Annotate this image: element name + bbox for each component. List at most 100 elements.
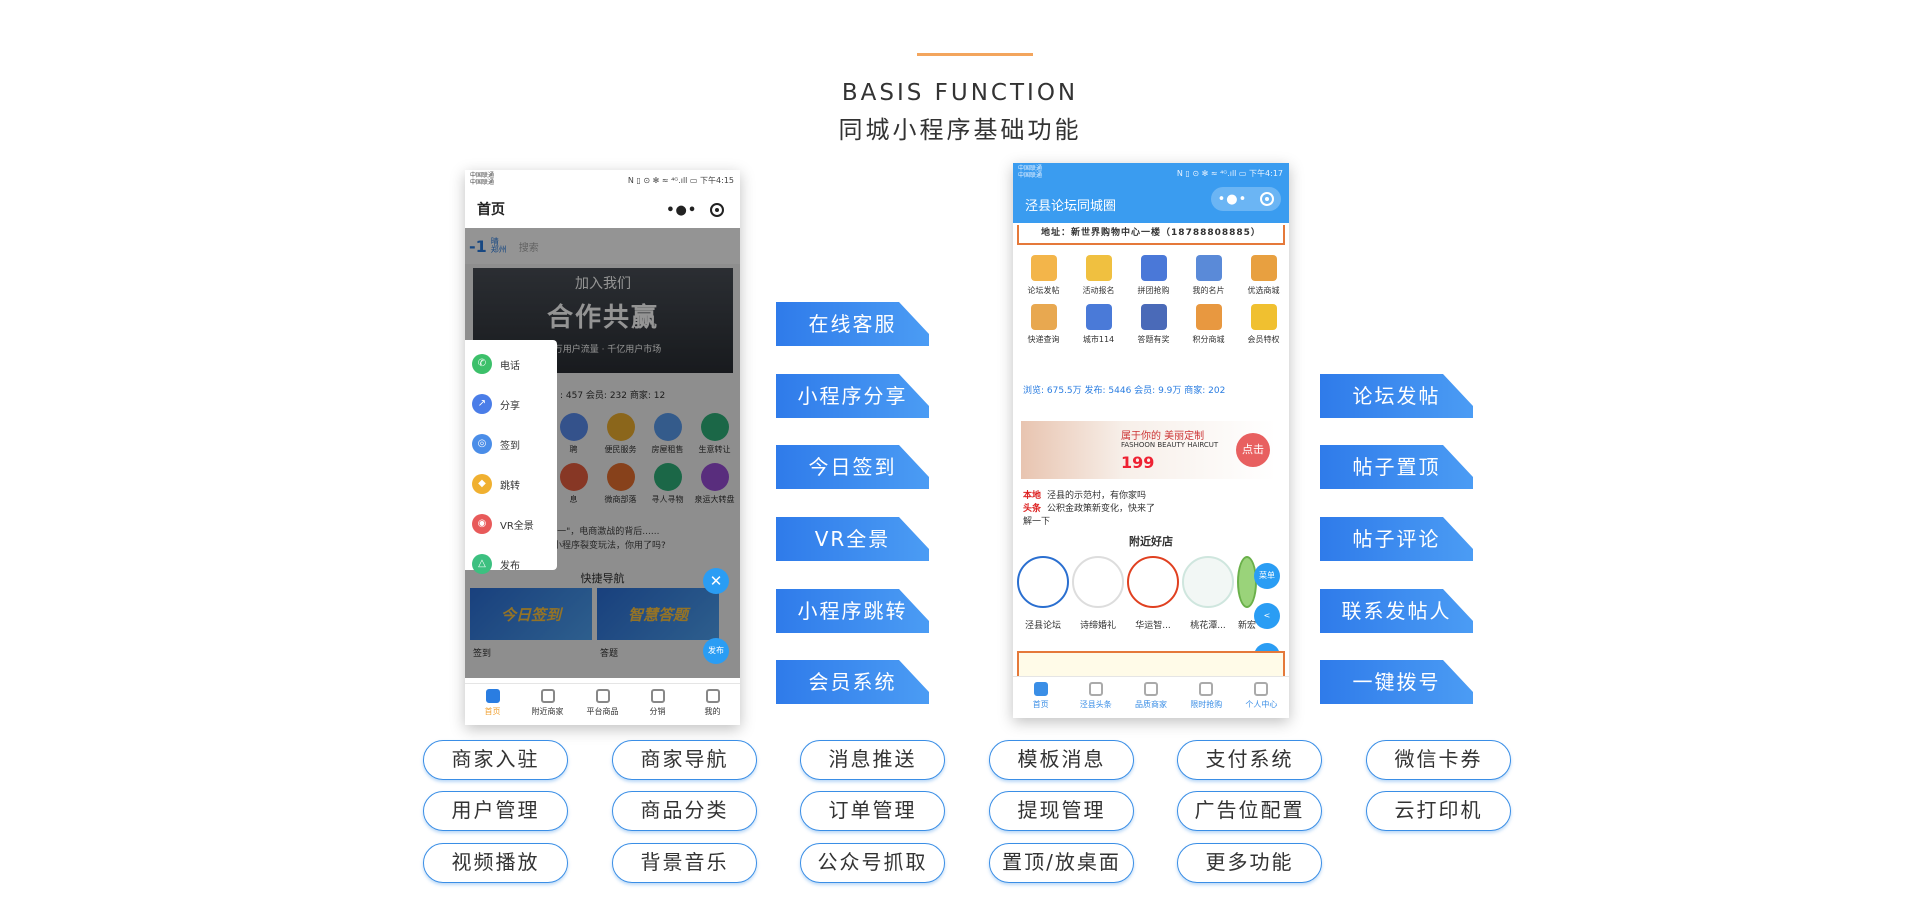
publish-fab[interactable]: 发布: [703, 638, 729, 664]
compass-icon: ◎: [472, 434, 492, 454]
user-icon: [705, 689, 720, 703]
feature-tag-one-click-dial: 一键拨号: [1320, 660, 1473, 704]
pill-wechat-card: 微信卡券: [1366, 740, 1511, 780]
headline-tag: 本地 头条: [1023, 491, 1042, 514]
menu-item-signin[interactable]: ◎ 签到: [465, 424, 557, 464]
grid-item[interactable]: 论坛发帖: [1016, 255, 1071, 296]
nav-bar: 首页 •●•: [465, 190, 740, 228]
tab-mine[interactable]: 我的: [685, 684, 740, 725]
capsule-menu[interactable]: •●•: [660, 198, 730, 222]
status-bar: 中国联通 中国联通 N ▯ ⊙ ✻ ≈ ⁴ᴳ.ıll ▭ 下午4:17: [1013, 163, 1289, 183]
menu-item-publish[interactable]: △ 发布: [465, 544, 557, 584]
headline-item[interactable]: 泾县的示范村，有你家吗: [1023, 490, 1158, 503]
nearby-shops: 泾县论坛 诗缔婚礼 华运智... 桃花潭... 新宏: [1017, 556, 1257, 631]
grid-item[interactable]: 优选商城: [1236, 255, 1289, 296]
headlines[interactable]: 本地 头条 泾县的示范村，有你家吗 公积金政策新变化，快来了解一下: [1023, 490, 1158, 529]
tab-profile[interactable]: 个人中心: [1234, 677, 1289, 718]
feature-grid: 论坛发帖 活动报名 拼团抢购 我的名片 优选商城 快递查询 城市114 答题有奖…: [1013, 255, 1289, 345]
distribution-icon: [650, 689, 665, 703]
menu-fab[interactable]: 菜单: [1254, 563, 1280, 589]
tab-bar: 首页 附近商家 平台商品 分销 我的: [465, 683, 740, 725]
more-icon[interactable]: •●•: [1218, 192, 1248, 207]
page: BASIS FUNCTION 同城小程序基础功能 中国联通 中国联通 N ▯ ⊙…: [0, 0, 1920, 919]
feature-tag-forum-post: 论坛发帖: [1320, 374, 1473, 418]
pill-merchant-join: 商家入驻: [423, 740, 568, 780]
shop-item[interactable]: 诗缔婚礼: [1072, 556, 1124, 631]
ad-subtitle: FASHOON BEAUTY HAIRCUT: [1121, 441, 1219, 449]
close-circle-icon[interactable]: [1260, 192, 1275, 206]
nav-bar: 中国联通 中国联通 N ▯ ⊙ ✻ ≈ ⁴ᴳ.ıll ▭ 下午4:17 泾县论坛…: [1013, 163, 1289, 223]
tab-home[interactable]: 首页: [1013, 677, 1068, 718]
shop-item[interactable]: 华运智...: [1127, 556, 1179, 631]
pill-user-manage: 用户管理: [423, 791, 568, 831]
tab-distribution[interactable]: 分销: [630, 684, 685, 725]
shop-icon: [540, 689, 555, 703]
feature-tag-pin-post: 帖子置顶: [1320, 445, 1473, 489]
shop-item[interactable]: 桃花潭...: [1182, 556, 1234, 631]
phone-screenshot-home: 中国联通 中国联通 N ▯ ⊙ ✻ ≈ ⁴ᴳ.ıll ▭ 下午4:15 首页 •…: [465, 170, 740, 725]
feature-tag-jump: 小程序跳转: [776, 589, 929, 633]
carrier-label: 中国联通 中国联通: [1018, 165, 1043, 179]
close-menu-button[interactable]: ✕: [703, 568, 729, 594]
ad-click-button[interactable]: 点击: [1236, 433, 1270, 467]
feature-tag-customer-service: 在线客服: [776, 302, 929, 346]
promo-banner[interactable]: [1017, 651, 1285, 679]
ad-price: 199: [1121, 453, 1155, 472]
share-fab[interactable]: <: [1254, 603, 1280, 629]
pill-payment: 支付系统: [1177, 740, 1322, 780]
menu-item-jump[interactable]: ◆ 跳转: [465, 464, 557, 504]
english-title: BASIS FUNCTION: [841, 80, 1079, 106]
status-right: N ▯ ⊙ ✻ ≈ ⁴ᴳ.ıll ▭ 下午4:17: [1176, 169, 1283, 178]
grid-item[interactable]: 会员特权: [1236, 304, 1289, 345]
merchant-icon: [1144, 682, 1158, 696]
tab-nearby[interactable]: 附近商家: [520, 684, 575, 725]
home-icon: [1033, 682, 1048, 696]
grid-item[interactable]: 快递查询: [1016, 304, 1071, 345]
menu-item-phone[interactable]: ✆ 电话: [465, 344, 557, 384]
grid-item[interactable]: 城市114: [1071, 304, 1126, 345]
pill-withdraw-manage: 提现管理: [989, 791, 1134, 831]
menu-item-vr[interactable]: ◉ VR全景: [465, 504, 557, 544]
stats-line: 浏览: 675.5万 发布: 5446 会员: 9.9万 商家: 202: [1023, 386, 1226, 396]
floating-menu: ✆ 电话 ↗ 分享 ◎ 签到 ◆ 跳转 ◉ VR全景 △ 发布: [465, 340, 557, 574]
grid-item[interactable]: 活动报名: [1071, 255, 1126, 296]
sale-icon: [1199, 682, 1214, 696]
feature-tag-member: 会员系统: [776, 660, 929, 704]
close-circle-icon[interactable]: [709, 203, 724, 217]
vr-icon: ◉: [472, 514, 492, 534]
pill-cloud-printer: 云打印机: [1366, 791, 1511, 831]
grid-item[interactable]: 我的名片: [1181, 255, 1236, 296]
pill-bgm: 背景音乐: [612, 843, 757, 883]
feature-tag-share: 小程序分享: [776, 374, 929, 418]
pill-ad-config: 广告位配置: [1177, 791, 1322, 831]
pill-goods-category: 商品分类: [612, 791, 757, 831]
phone-screenshot-forum: 中国联通 中国联通 N ▯ ⊙ ✻ ≈ ⁴ᴳ.ıll ▭ 下午4:17 泾县论坛…: [1013, 163, 1289, 718]
capsule-menu[interactable]: •●•: [1211, 187, 1281, 211]
tab-headlines[interactable]: 泾县头条: [1068, 677, 1123, 718]
grid-item[interactable]: 积分商城: [1181, 304, 1236, 345]
headline-item[interactable]: 公积金政策新变化，快来了解一下: [1023, 503, 1158, 529]
tab-products[interactable]: 平台商品: [575, 684, 630, 725]
goods-icon: [595, 689, 610, 703]
tab-home[interactable]: 首页: [465, 684, 520, 725]
ad-banner[interactable]: 属于你的 美丽定制 FASHOON BEAUTY HAIRCUT 199 点击: [1021, 421, 1276, 479]
address-banner[interactable]: 地址：新世界购物中心一楼（18788808885）: [1017, 225, 1285, 245]
share-icon: ↗: [472, 394, 492, 414]
shop-item[interactable]: 泾县论坛: [1017, 556, 1069, 631]
feature-tag-comment: 帖子评论: [1320, 517, 1473, 561]
phone-icon: ✆: [472, 354, 492, 374]
tab-flash-sale[interactable]: 限时抢购: [1179, 677, 1234, 718]
tab-bar: 首页 泾县头条 品质商家 限时抢购 个人中心: [1013, 676, 1289, 718]
nearby-title: 附近好店: [1129, 535, 1173, 548]
chinese-title: 同城小程序基础功能: [838, 116, 1082, 144]
grid-item[interactable]: 答题有奖: [1126, 304, 1181, 345]
grid-item[interactable]: 拼团抢购: [1126, 255, 1181, 296]
feature-tag-vr: VR全景: [776, 517, 929, 561]
carrier-label: 中国联通 中国联通: [470, 172, 495, 186]
status-bar: 中国联通 中国联通 N ▯ ⊙ ✻ ≈ ⁴ᴳ.ıll ▭ 下午4:15: [465, 170, 740, 190]
pill-order-manage: 订单管理: [800, 791, 945, 831]
more-icon[interactable]: •●•: [666, 203, 697, 218]
menu-item-share[interactable]: ↗ 分享: [465, 384, 557, 424]
tab-merchants[interactable]: 品质商家: [1123, 677, 1178, 718]
home-icon: [485, 689, 500, 703]
